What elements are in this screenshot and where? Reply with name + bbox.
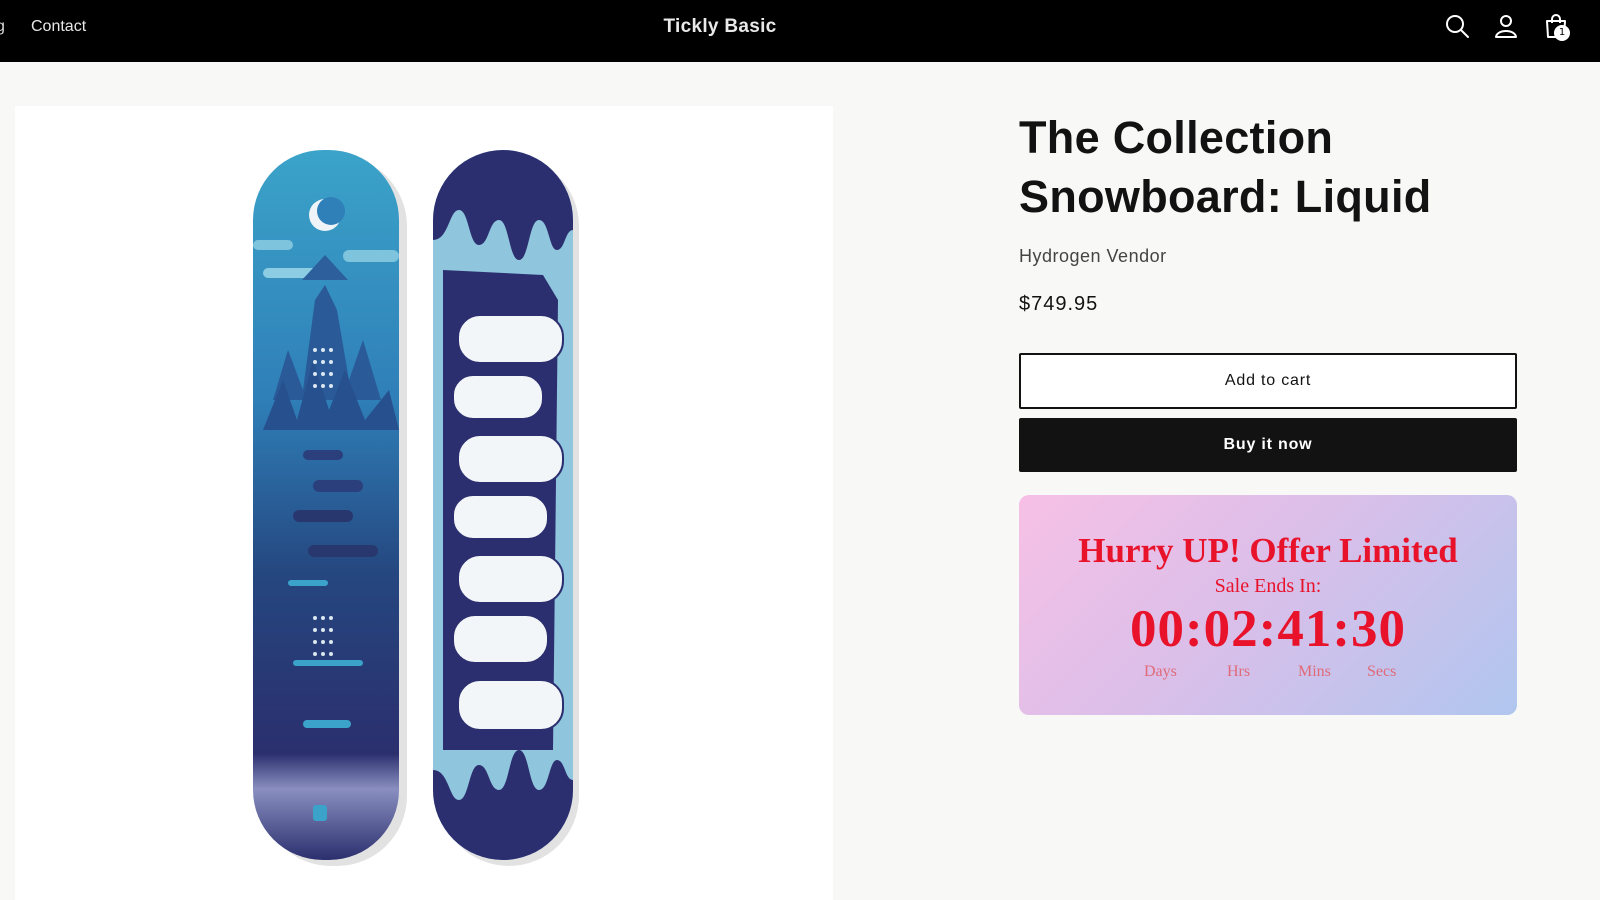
product-vendor: Hydrogen Vendor (1019, 246, 1167, 266)
account-button[interactable] (1492, 12, 1520, 40)
countdown-unit-secs: Secs (1367, 663, 1397, 680)
countdown-unit-days: Days (1144, 663, 1177, 680)
countdown-title: Hurry UP! Offer Limited (1078, 531, 1458, 570)
snowboard-image (253, 150, 579, 866)
countdown-subtitle: Sale Ends In: (1214, 575, 1322, 597)
buy-now-button[interactable]: Buy it now (1019, 418, 1517, 472)
countdown-time: 00:02:41:30 (1130, 600, 1406, 658)
countdown-timer: Hurry UP! Offer Limited Sale Ends In: 00… (1019, 495, 1517, 715)
countdown-unit-mins: Mins (1298, 663, 1331, 680)
store-logo[interactable]: Tickly Basic (0, 16, 1440, 38)
product-price: $749.95 (1019, 293, 1099, 315)
search-button[interactable] (1443, 12, 1471, 40)
user-icon (1495, 15, 1517, 38)
countdown-unit-hrs: Hrs (1227, 663, 1251, 680)
site-header: g Contact Tickly Basic 1 (0, 0, 1600, 62)
product-title: The Collection Snowboard: Liquid (1019, 112, 1432, 222)
cart-count-badge: 1 (1554, 25, 1570, 41)
product-media[interactable] (15, 106, 833, 900)
search-icon (1446, 15, 1469, 38)
add-to-cart-button[interactable]: Add to cart (1019, 353, 1517, 409)
